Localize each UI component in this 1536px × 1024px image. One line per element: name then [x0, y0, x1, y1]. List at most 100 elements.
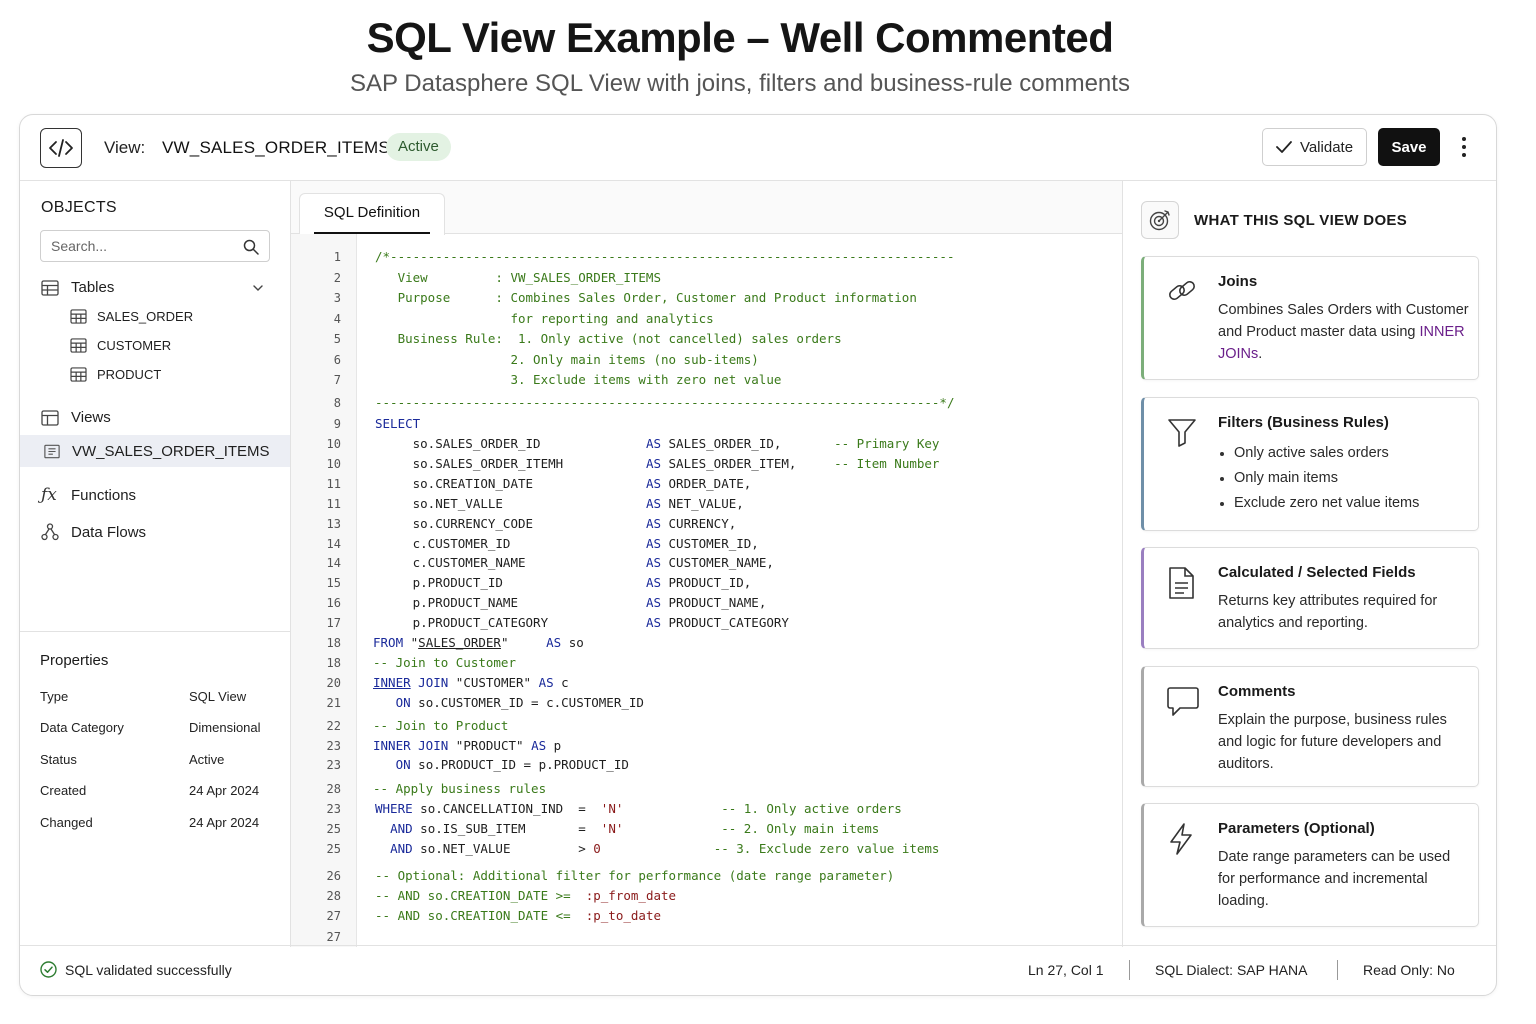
line-number: 27 — [326, 909, 341, 923]
code-line: View : VW_SALES_ORDER_ITEMS — [375, 270, 661, 285]
tree-item-label: VW_SALES_ORDER_ITEMS — [72, 442, 270, 460]
property-value: Dimensional — [189, 720, 261, 735]
card-title: Filters (Business Rules) — [1218, 414, 1389, 431]
code-icon — [40, 128, 82, 168]
property-row: Data Category Dimensional — [40, 720, 280, 735]
line-number-gutter: 1 2 3 4 5 6 7 8 9 10 10 11 11 13 14 14 15 16 17 18 18 20 21 22 2… — [291, 234, 357, 947]
line-number: 26 — [326, 869, 341, 883]
tree-item-label: Functions — [71, 486, 137, 504]
tree-item-label: SALES_ORDER — [97, 309, 194, 324]
panel-title: WHAT THIS SQL VIEW DOES — [1194, 212, 1408, 229]
top-bar: View: VW_SALES_ORDER_ITEMS Active Valida… — [20, 115, 1496, 181]
chevron-down-icon[interactable] — [252, 284, 264, 292]
tree-item-functions[interactable]: ƒx Functions — [41, 485, 136, 505]
filter-icon — [1168, 419, 1196, 447]
tree-item-view-selected[interactable]: VW_SALES_ORDER_ITEMS — [20, 435, 290, 467]
code-area[interactable]: /*--------------------------------------… — [357, 234, 1122, 947]
search-icon[interactable] — [243, 239, 259, 255]
code-line: so.SALES_ORDER_ITEMH AS SALES_ORDER_ITEM… — [375, 456, 940, 471]
tree-item-table-product[interactable]: PRODUCT — [70, 367, 161, 382]
code-line: -- Join to Product — [373, 718, 509, 733]
status-badge: Active — [386, 133, 451, 161]
card-title: Calculated / Selected Fields — [1218, 564, 1416, 581]
code-line: -- AND so.CREATION_DATE >= :p_from_date — [375, 888, 677, 903]
code-line: p.PRODUCT_CATEGORY AS PRODUCT_CATEGORY — [375, 615, 789, 630]
line-number: 5 — [333, 332, 341, 346]
line-number: 23 — [326, 739, 341, 753]
comment-icon — [1167, 687, 1199, 716]
property-row: Created 24 Apr 2024 — [40, 783, 280, 798]
code-line: 3. Exclude items with zero net value — [375, 372, 782, 387]
read-only-status: Read Only: No — [1363, 962, 1455, 978]
line-number: 27 — [326, 930, 341, 944]
line-number: 10 — [326, 457, 341, 471]
line-number: 25 — [326, 822, 341, 836]
more-options-icon[interactable] — [1452, 129, 1476, 165]
cursor-position: Ln 27, Col 1 — [1028, 962, 1104, 978]
validate-button[interactable]: Validate — [1262, 128, 1367, 166]
tree-item-data-flows[interactable]: Data Flows — [41, 523, 146, 541]
check-icon — [1276, 141, 1292, 153]
code-line: so.CURRENCY_CODE AS CURRENCY, — [375, 516, 737, 531]
tree-item-label: Tables — [71, 279, 115, 296]
target-icon — [1141, 201, 1179, 239]
line-number: 25 — [326, 842, 341, 856]
property-key: Created — [40, 783, 87, 798]
code-line: INNER JOIN "CUSTOMER" AS c — [373, 675, 569, 690]
divider — [1337, 960, 1338, 980]
tree-item-views[interactable]: Views — [41, 409, 111, 426]
line-number: 16 — [326, 596, 341, 610]
code-line: c.CUSTOMER_ID AS CUSTOMER_ID, — [375, 536, 759, 551]
code-line: so.SALES_ORDER_ID AS SALES_ORDER_ID, -- … — [375, 436, 940, 451]
sql-view-editor-window: View: VW_SALES_ORDER_ITEMS Active Valida… — [19, 114, 1497, 996]
card-body: Date range parameters can be used for pe… — [1218, 849, 1451, 909]
tree-item-tables[interactable]: Tables — [41, 279, 114, 296]
card-body: Explain the purpose, business rules and … — [1218, 712, 1447, 772]
tree-item-table-sales-order[interactable]: SALES_ORDER — [70, 309, 193, 324]
line-number: 14 — [326, 556, 341, 570]
property-row: Changed 24 Apr 2024 — [40, 815, 280, 830]
card-fields: Calculated / Selected Fields Returns key… — [1141, 547, 1479, 649]
line-number: 14 — [326, 537, 341, 551]
save-button[interactable]: Save — [1378, 128, 1440, 166]
explanation-panel: WHAT THIS SQL VIEW DOES Joins Combines S… — [1122, 181, 1496, 947]
tab-sql-definition[interactable]: SQL Definition — [299, 193, 445, 235]
property-row: Status Active — [40, 752, 280, 767]
property-value: SQL View — [189, 689, 247, 704]
tree-item-label: Views — [71, 409, 111, 426]
line-number: 17 — [326, 616, 341, 630]
code-line: Purpose : Combines Sales Order, Customer… — [375, 290, 917, 305]
code-line: ON so.PRODUCT_ID = p.PRODUCT_ID — [395, 757, 629, 772]
data-flow-icon — [41, 523, 59, 541]
filter-item: Only active sales orders — [1218, 441, 1470, 466]
objects-title: OBJECTS — [41, 199, 117, 216]
table-icon — [70, 367, 87, 382]
code-line: -- Join to Customer — [373, 655, 516, 670]
page-title: SQL View Example – Well Commented — [366, 14, 1114, 61]
card-title: Joins — [1218, 273, 1258, 290]
code-line: Business Rule: 1. Only active (not cance… — [375, 331, 842, 346]
line-number: 28 — [326, 782, 341, 796]
line-number: 2 — [333, 271, 341, 285]
search-input[interactable] — [51, 231, 241, 261]
code-line: AND so.NET_VALUE > 0 -- 3. Exclude zero … — [390, 841, 940, 856]
sql-editor: SQL Definition 1 2 3 4 5 6 7 8 9 10 10 11 11 13 14 14 15… — [291, 181, 1122, 947]
line-number: 11 — [326, 497, 341, 511]
view-icon — [44, 444, 60, 458]
tree-item-label: PRODUCT — [97, 367, 162, 382]
code-line: /*--------------------------------------… — [375, 249, 955, 264]
card-body: Combines Sales Orders with Customer and … — [1218, 302, 1469, 362]
property-key: Changed — [40, 815, 93, 830]
line-number: 11 — [326, 477, 341, 491]
code-line: p.PRODUCT_NAME AS PRODUCT_NAME, — [375, 595, 767, 610]
properties-title: Properties — [40, 652, 109, 669]
tab-strip: SQL Definition — [291, 181, 1122, 235]
line-number: 15 — [326, 576, 341, 590]
code-line: -- Optional: Additional filter for perfo… — [375, 868, 895, 883]
tree-item-table-customer[interactable]: CUSTOMER — [70, 338, 171, 353]
card-parameters: Parameters (Optional) Date range paramet… — [1141, 803, 1479, 927]
code-line: WHERE so.CANCELLATION_IND = 'N' -- 1. On… — [375, 801, 902, 816]
line-number: 4 — [333, 312, 341, 326]
view-name: VW_SALES_ORDER_ITEMS — [162, 138, 390, 157]
status-bar: SQL validated successfully Ln 27, Col 1 … — [20, 945, 1496, 995]
